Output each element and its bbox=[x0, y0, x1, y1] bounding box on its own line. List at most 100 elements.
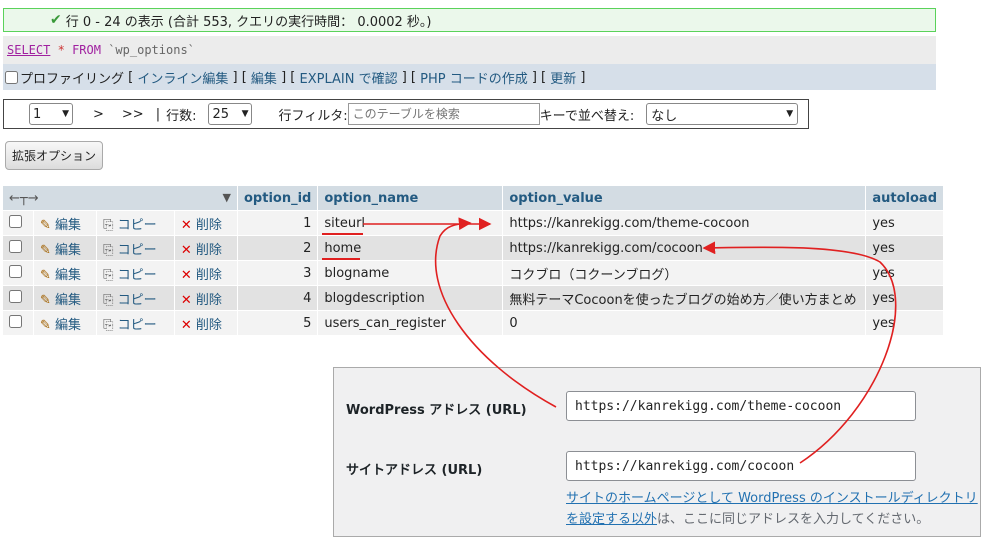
refresh-link[interactable]: 更新 bbox=[550, 68, 576, 87]
cell-option-name[interactable]: blogdescription bbox=[317, 285, 504, 311]
row-delete-action[interactable]: ✕ 削除 bbox=[174, 235, 239, 261]
copy-icon: ⎘ bbox=[103, 242, 114, 258]
wp-address-input[interactable]: https://kanrekigg.com/theme-cocoon bbox=[566, 391, 916, 421]
cell-option-name[interactable]: siteurl bbox=[317, 210, 504, 236]
row-checkbox[interactable] bbox=[9, 289, 22, 303]
table-row: ✎ 編集 ⎘ コピー ✕ 削除 2 home https://kanrekigg.com/… bbox=[3, 235, 944, 261]
edit-link[interactable]: 編集 bbox=[251, 68, 277, 87]
row-copy-action[interactable]: ⎘ コピー bbox=[96, 235, 175, 261]
cell-option-name[interactable]: home bbox=[317, 235, 504, 261]
cell-option-name[interactable]: blogname bbox=[317, 260, 504, 286]
success-message-bar: ✔ 行 0 - 24 の表示 (合計 553, クエリの実行時間： 0.0002… bbox=[3, 8, 936, 32]
cell-option-value[interactable]: https://kanrekigg.com/cocoon bbox=[502, 235, 867, 261]
page-select[interactable]: 1 ▼ bbox=[29, 103, 73, 125]
row-delete-action[interactable]: ✕ 削除 bbox=[174, 210, 239, 236]
table-row: ✎ 編集 ⎘ コピー ✕ 削除 5 users_can_register 0 yes bbox=[3, 310, 944, 335]
sql-from-keyword: FROM bbox=[72, 43, 101, 57]
table-row: ✎ 編集 ⎘ コピー ✕ 削除 4 blogdescription 無料テーマCocoon… bbox=[3, 285, 944, 311]
row-checkbox[interactable] bbox=[9, 239, 22, 253]
cell-option-id[interactable]: 2 bbox=[237, 235, 319, 261]
query-toolbar: プロファイリング [ インライン編集 ] [ 編集 ] [ EXPLAIN で確… bbox=[3, 64, 936, 90]
row-delete-action[interactable]: ✕ 削除 bbox=[174, 310, 239, 335]
inline-edit-link[interactable]: インライン編集 bbox=[137, 68, 228, 87]
wp-address-label: WordPress アドレス (URL) bbox=[346, 403, 527, 418]
row-edit-action[interactable]: ✎ 編集 bbox=[33, 285, 98, 311]
pencil-icon: ✎ bbox=[40, 267, 51, 283]
cell-option-id[interactable]: 3 bbox=[237, 260, 319, 286]
help-link-install-dir[interactable]: サイトのホームページとして WordPress のインストールディレクトリ bbox=[566, 491, 978, 506]
profiling-label: プロファイリング bbox=[20, 71, 125, 87]
table-row: ✎ 編集 ⎘ コピー ✕ 削除 1 siteurl https://kanrekigg.c… bbox=[3, 210, 944, 236]
cell-autoload[interactable]: yes bbox=[865, 260, 944, 286]
next-page-button[interactable]: > bbox=[93, 107, 104, 122]
cell-autoload[interactable]: yes bbox=[865, 210, 944, 236]
cell-autoload[interactable]: yes bbox=[865, 235, 944, 261]
rows-select[interactable]: 25 ▼ bbox=[208, 103, 253, 125]
pencil-icon: ✎ bbox=[40, 317, 51, 333]
wp-general-settings-panel: WordPress アドレス (URL) https://kanrekigg.c… bbox=[333, 367, 981, 537]
sql-select-keyword[interactable]: SELECT bbox=[7, 43, 50, 57]
pencil-icon: ✎ bbox=[40, 292, 51, 308]
pagination-bar: 1▼ > >> | 行数: 25▼ 行フィルタ: キーで並べ替え: なし▼ bbox=[3, 99, 809, 129]
row-copy-action[interactable]: ⎘ コピー bbox=[96, 285, 175, 311]
sql-star: * bbox=[57, 43, 65, 57]
row-copy-action[interactable]: ⎘ コピー bbox=[96, 210, 175, 236]
cell-option-value[interactable]: コクブロ（コクーンブログ） bbox=[502, 260, 867, 286]
column-header-autoload[interactable]: autoload bbox=[865, 186, 944, 211]
cell-autoload[interactable]: yes bbox=[865, 310, 944, 335]
cell-option-value[interactable]: 無料テーマCocoonを使ったブログの始め方／使い方まとめ bbox=[502, 285, 867, 311]
row-checkbox[interactable] bbox=[9, 264, 22, 278]
row-checkbox-cell bbox=[3, 235, 34, 261]
row-delete-action[interactable]: ✕ 削除 bbox=[174, 285, 239, 311]
delete-x-icon: ✕ bbox=[180, 317, 192, 333]
chevron-down-icon: ▼ bbox=[786, 109, 794, 119]
chevron-down-icon: ▼ bbox=[62, 109, 69, 119]
row-checkbox-cell bbox=[3, 260, 34, 286]
row-edit-action[interactable]: ✎ 編集 bbox=[33, 235, 98, 261]
table-cutoff bbox=[3, 337, 936, 345]
cell-option-value[interactable]: https://kanrekigg.com/theme-cocoon bbox=[502, 210, 867, 236]
sort-key-select[interactable]: なし ▼ bbox=[646, 103, 799, 125]
checkmark-icon: ✔ bbox=[50, 12, 62, 28]
sql-table-name: `wp_options` bbox=[108, 43, 195, 57]
results-table: ←┬→ ▼ option_id option_name option_value… bbox=[3, 186, 944, 335]
cell-option-id[interactable]: 4 bbox=[237, 285, 319, 311]
row-edit-action[interactable]: ✎ 編集 bbox=[33, 260, 98, 286]
help-text: は、ここに同じアドレスを入力してください。 bbox=[657, 512, 930, 527]
extended-options-button[interactable]: 拡張オプション bbox=[5, 141, 103, 170]
cell-option-name[interactable]: users_can_register bbox=[317, 310, 504, 335]
column-header-option-name[interactable]: option_name bbox=[317, 186, 504, 211]
help-link-setting[interactable]: を設定する以外 bbox=[566, 512, 657, 527]
row-checkbox-cell bbox=[3, 285, 34, 311]
column-arrows-icon[interactable]: ←┬→ bbox=[9, 191, 39, 206]
column-header-option-id[interactable]: option_id bbox=[237, 186, 319, 211]
last-page-button[interactable]: >> bbox=[122, 107, 144, 122]
copy-icon: ⎘ bbox=[103, 317, 114, 333]
row-checkbox-cell bbox=[3, 210, 34, 236]
explain-link[interactable]: EXPLAIN で確認 bbox=[299, 68, 397, 87]
cell-autoload[interactable]: yes bbox=[865, 285, 944, 311]
site-address-input[interactable]: https://kanrekigg.com/cocoon bbox=[566, 451, 916, 481]
row-edit-action[interactable]: ✎ 編集 bbox=[33, 210, 98, 236]
row-filter-input[interactable] bbox=[347, 103, 540, 125]
cell-option-id[interactable]: 5 bbox=[237, 310, 319, 335]
row-edit-action[interactable]: ✎ 編集 bbox=[33, 310, 98, 335]
row-copy-action[interactable]: ⎘ コピー bbox=[96, 260, 175, 286]
row-copy-action[interactable]: ⎘ コピー bbox=[96, 310, 175, 335]
row-delete-action[interactable]: ✕ 削除 bbox=[174, 260, 239, 286]
cell-option-value[interactable]: 0 bbox=[502, 310, 867, 335]
row-checkbox[interactable] bbox=[9, 314, 22, 328]
column-header-option-value[interactable]: option_value bbox=[502, 186, 867, 211]
collapse-triangle-icon[interactable]: ▼ bbox=[223, 191, 231, 204]
profiling-checkbox[interactable] bbox=[5, 70, 18, 84]
php-code-link[interactable]: PHP コードの作成 bbox=[420, 68, 528, 87]
success-message: 行 0 - 24 の表示 (合計 553, クエリの実行時間： 0.0002 秒… bbox=[65, 14, 432, 30]
sort-label: キーで並べ替え: bbox=[539, 108, 635, 124]
delete-x-icon: ✕ bbox=[180, 292, 192, 308]
delete-x-icon: ✕ bbox=[180, 217, 192, 233]
chevron-down-icon: ▼ bbox=[241, 109, 249, 119]
row-checkbox[interactable] bbox=[9, 214, 22, 228]
site-address-label: サイトアドレス (URL) bbox=[346, 463, 483, 478]
cell-option-id[interactable]: 1 bbox=[237, 210, 319, 236]
copy-icon: ⎘ bbox=[103, 217, 114, 233]
